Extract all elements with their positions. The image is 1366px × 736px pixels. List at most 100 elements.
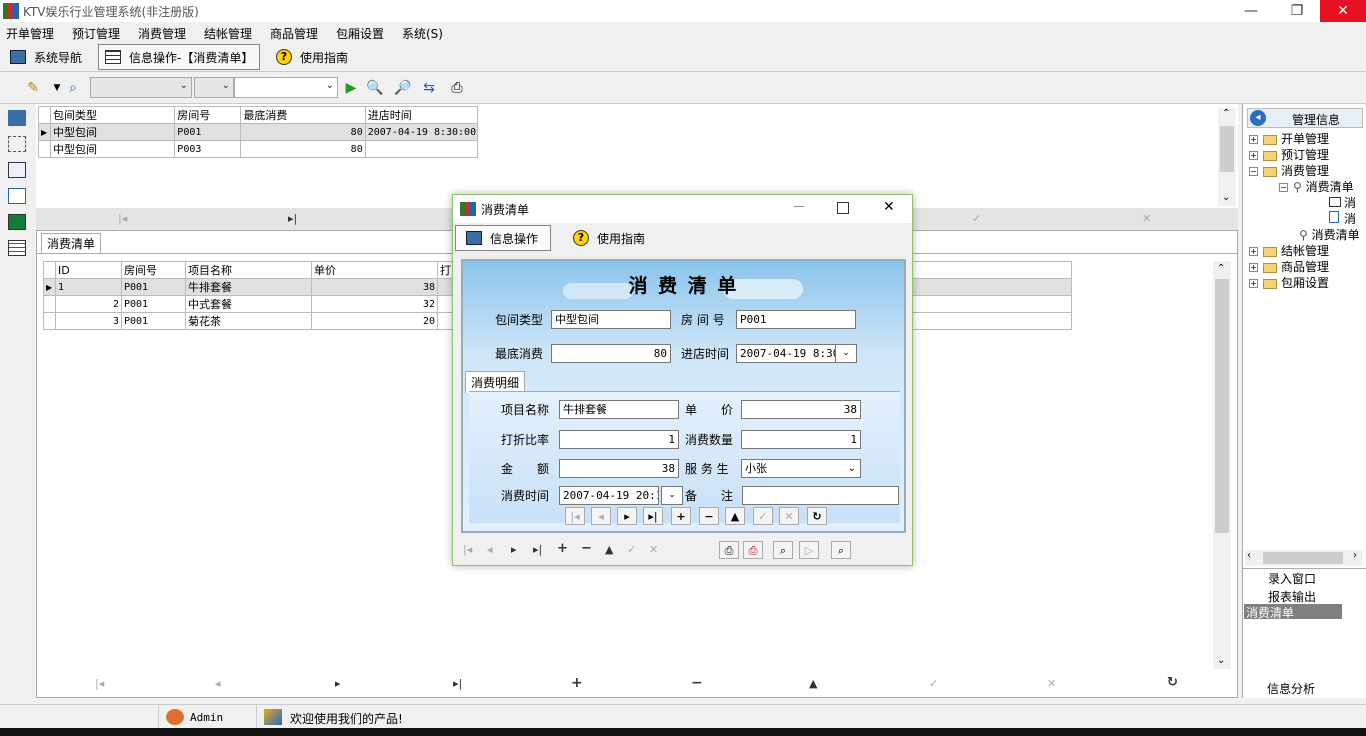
cell[interactable]: 牛排套餐 (185, 278, 312, 296)
delete-record-icon[interactable]: − (691, 675, 703, 691)
search-next-icon[interactable]: 🔎 (394, 79, 412, 97)
chart-icon[interactable] (8, 214, 26, 230)
note-field[interactable] (742, 486, 899, 505)
cell[interactable]: 80 (240, 123, 366, 141)
print-setup-icon[interactable]: ⎙ (743, 541, 763, 559)
prior-record-icon[interactable]: ◂ (487, 543, 493, 556)
tree-item-consumption-list-2[interactable]: ⚲ 消费清单 (1299, 226, 1360, 243)
last-record-icon[interactable]: ▸| (643, 507, 663, 525)
list-item-entry-window[interactable]: 录入窗口 (1268, 570, 1316, 587)
edit-record-icon[interactable]: ▲ (605, 543, 613, 556)
dialog-maximize-button[interactable] (837, 202, 849, 214)
dialog-close-button[interactable]: ✕ (883, 199, 895, 215)
tree-item-sub-1[interactable]: 消 (1329, 194, 1356, 211)
last-record-icon[interactable]: ▸| (533, 543, 542, 556)
refresh-icon[interactable]: ⇆ (420, 79, 438, 97)
cell[interactable]: 3 (55, 312, 122, 330)
delete-record-icon[interactable]: − (581, 541, 592, 556)
restore-button[interactable]: ❐ (1274, 0, 1320, 22)
col-header-room-no[interactable]: 房间号 (174, 106, 242, 124)
play-icon[interactable]: ▷ (799, 541, 819, 559)
dialog-tab-info-ops[interactable]: 信息操作 (455, 225, 551, 251)
tab-consumption-list[interactable]: 消费清单 (41, 233, 102, 253)
refresh-record-icon[interactable]: ↻ (807, 507, 827, 525)
scroll-down-icon[interactable]: ⌄ (1222, 192, 1230, 203)
print-icon[interactable]: ⎙ (448, 79, 466, 97)
cell[interactable]: P001 (121, 278, 186, 296)
cancel-icon[interactable]: ✕ (1142, 212, 1151, 225)
menu-checkout[interactable]: 结帐管理 (204, 25, 252, 42)
refresh-record-icon[interactable]: ↻ (1167, 675, 1178, 690)
first-record-icon[interactable]: |◂ (463, 543, 472, 556)
cell[interactable]: P001 (121, 295, 186, 313)
menu-booking[interactable]: 预订管理 (72, 25, 120, 42)
preview-icon[interactable]: ⌕ (64, 79, 82, 97)
cell[interactable]: 2 (55, 295, 122, 313)
tab-consumption-detail[interactable]: 消费明细 (465, 371, 526, 393)
zoom-icon[interactable]: ⌕ (831, 541, 851, 559)
unit-price-field[interactable]: 38 (741, 400, 861, 419)
dialog-minimize-button[interactable]: — (793, 199, 805, 213)
col-header-checkin[interactable]: 进店时间 (364, 106, 479, 124)
add-record-icon[interactable]: + (571, 675, 583, 691)
next-record-icon[interactable]: ▸ (335, 677, 341, 690)
close-button[interactable]: ✕ (1320, 0, 1366, 22)
time-field[interactable]: 2007-04-19 20:15 (559, 486, 659, 505)
cell[interactable]: 20 (311, 312, 438, 330)
cell[interactable]: 中式套餐 (185, 295, 312, 313)
tree-item-sub-2[interactable]: 消 (1329, 210, 1356, 227)
add-record-icon[interactable]: + (671, 507, 691, 525)
amount-field[interactable]: 38 (559, 459, 679, 478)
delete-record-icon[interactable]: − (699, 507, 719, 525)
discount-field[interactable]: 1 (559, 430, 679, 449)
info-analysis-button[interactable]: 信息分析 (1267, 680, 1315, 697)
menu-goods[interactable]: 商品管理 (270, 25, 318, 42)
col-header-min-spend[interactable]: 最底消费 (240, 106, 366, 124)
col-header-room-type[interactable]: 包间类型 (50, 106, 176, 124)
last-record-icon[interactable]: ▸| (453, 677, 462, 690)
prior-record-icon[interactable]: ◂ (591, 507, 611, 525)
prior-record-icon[interactable]: ◂ (215, 677, 221, 690)
preview-icon[interactable]: ⌕ (773, 541, 793, 559)
search-icon[interactable]: 🔍 (366, 79, 384, 97)
back-icon[interactable]: ◂ (1250, 110, 1266, 126)
post-icon[interactable]: ✓ (627, 543, 636, 556)
table-row[interactable]: 中型包间 P003 80 (37, 140, 479, 158)
first-record-icon[interactable]: |◂ (118, 212, 127, 225)
filter-value-combo[interactable]: ⌄ (234, 77, 338, 98)
tab-guide[interactable]: ? 使用指南 (270, 44, 354, 70)
cell[interactable]: P001 (121, 312, 186, 330)
screen-icon[interactable] (8, 110, 26, 126)
tree-item-room-settings[interactable]: + 包厢设置 (1249, 274, 1329, 291)
scroll-up-icon[interactable]: ⌃ (1222, 108, 1230, 119)
add-record-icon[interactable]: + (557, 541, 568, 556)
cell[interactable] (364, 140, 479, 158)
checkin-dropdown[interactable]: ⌄ (835, 344, 857, 363)
waiter-select[interactable]: 小张 ⌄ (741, 459, 861, 478)
min-spend-field[interactable]: 80 (551, 344, 671, 363)
filter-operator-combo[interactable]: ⌄ (194, 77, 234, 98)
dialog-tab-guide[interactable]: ? 使用指南 (565, 225, 665, 251)
col-header-item-name[interactable]: 项目名称 (185, 261, 312, 279)
tree-item-booking[interactable]: + 预订管理 (1249, 146, 1329, 163)
room-no-field[interactable]: P001 (736, 310, 856, 329)
col-header-room-no[interactable]: 房间号 (121, 261, 186, 279)
scroll-thumb[interactable] (1215, 279, 1229, 533)
cancel-icon[interactable]: ✕ (779, 507, 799, 525)
top-grid-scrollbar[interactable]: ⌃ ⌄ (1218, 108, 1236, 206)
cell[interactable]: 2007-04-19 8:30:00 (364, 123, 479, 141)
first-record-icon[interactable]: |◂ (95, 677, 104, 690)
table-icon[interactable] (8, 240, 26, 256)
scroll-thumb[interactable] (1220, 126, 1234, 172)
tree-hscrollbar[interactable]: ‹ › (1245, 550, 1363, 566)
document-icon[interactable] (8, 188, 26, 204)
room-type-field[interactable]: 中型包间 (551, 310, 671, 329)
checkin-field[interactable]: 2007-04-19 8:30: (736, 344, 836, 363)
next-record-icon[interactable]: ▸ (511, 543, 517, 556)
list-icon[interactable] (8, 162, 26, 178)
cell[interactable]: 1 (55, 278, 122, 296)
scroll-up-icon[interactable]: ⌃ (1217, 263, 1225, 274)
menu-room-settings[interactable]: 包厢设置 (336, 25, 384, 42)
time-dropdown[interactable]: ⌄ (661, 486, 683, 505)
cell[interactable]: 中型包间 (50, 123, 176, 141)
